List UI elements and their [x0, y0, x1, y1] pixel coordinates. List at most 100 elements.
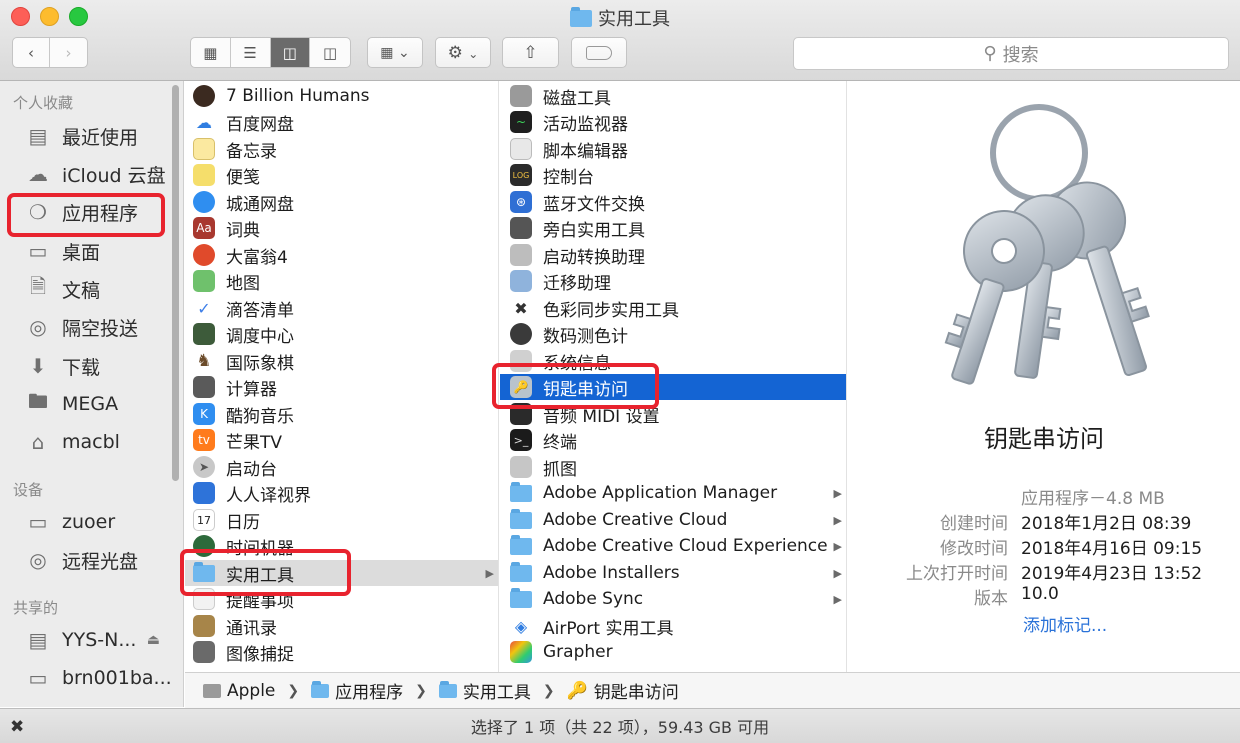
list-item[interactable]: 磁盘工具	[500, 83, 846, 109]
eject-icon[interactable]: ⏏	[147, 632, 160, 648]
add-tags-link[interactable]: 添加标记...	[1023, 611, 1107, 636]
list-item[interactable]: Adobe Application Manager ▶	[500, 480, 846, 506]
sidebar-item-brn[interactable]: ▭ brn001ba...	[0, 660, 184, 696]
list-item[interactable]: 图像捕捉	[185, 639, 498, 665]
sidebar-item-applications[interactable]: ❍ 应用程序	[0, 194, 184, 230]
list-item[interactable]: ⊛ 蓝牙文件交换	[500, 189, 846, 215]
tags-button[interactable]	[571, 37, 627, 68]
app-icon	[193, 164, 215, 186]
path-segment[interactable]: 钥匙串访问	[594, 678, 679, 703]
path-segment[interactable]: 应用程序	[335, 678, 403, 703]
sidebar-item-desktop[interactable]: ▭ 桌面	[0, 233, 184, 269]
list-item[interactable]: 数码测色计	[500, 321, 846, 347]
list-item[interactable]: 大富翁4	[185, 242, 498, 268]
list-item-label: 滴答清单	[226, 300, 294, 321]
folder-icon	[193, 561, 215, 582]
list-item[interactable]: ◈ AirPort 实用工具	[500, 613, 846, 639]
list-item[interactable]: ➤ 启动台	[185, 454, 498, 480]
search-icon: ⚲	[983, 43, 997, 64]
list-item[interactable]: 抓图	[500, 454, 846, 480]
list-item[interactable]: Adobe Sync ▶	[500, 586, 846, 612]
tools-icon[interactable]: ✖	[10, 717, 24, 737]
group-button[interactable]: ▦ ⌄	[367, 37, 423, 68]
list-item[interactable]: 迁移助理	[500, 268, 846, 294]
list-item[interactable]: 便笺	[185, 162, 498, 188]
list-item[interactable]: tv 芒果TV	[185, 427, 498, 453]
list-item-keychain-access[interactable]: 🔑 钥匙串访问	[500, 374, 846, 400]
sidebar-item-yys[interactable]: ▤ YYS-N... ⏏	[0, 622, 184, 658]
app-icon: K	[193, 403, 215, 425]
sidebar-scrollbar[interactable]	[172, 85, 179, 481]
sidebar-item-documents[interactable]: 🗎 文稿	[0, 271, 184, 307]
list-item[interactable]: 旁白实用工具	[500, 215, 846, 241]
list-item[interactable]: 音频 MIDI 设置	[500, 401, 846, 427]
path-segment[interactable]: 实用工具	[463, 678, 531, 703]
list-item[interactable]: ~ 活动监视器	[500, 109, 846, 135]
window-title: 实用工具	[0, 5, 1240, 31]
gallery-view-button[interactable]: ◫	[310, 38, 350, 67]
folder-icon	[510, 534, 532, 555]
list-item[interactable]: Adobe Creative Cloud ▶	[500, 507, 846, 533]
list-item-label: AirPort 实用工具	[543, 618, 674, 639]
icon-view-button[interactable]: ▦	[191, 38, 231, 67]
list-item[interactable]: 系统信息	[500, 348, 846, 374]
sidebar-item-mega[interactable]: 🖿 MEGA	[0, 386, 184, 422]
column-view-button[interactable]: ◫	[270, 38, 311, 67]
meta-value: 2018年4月16日 09:15	[1021, 539, 1203, 559]
list-item[interactable]: 地图	[185, 268, 498, 294]
app-icon: ⊛	[510, 191, 532, 213]
folder-icon	[570, 6, 592, 27]
back-button[interactable]: ‹	[13, 38, 50, 67]
list-item[interactable]: 7 Billion Humans	[185, 83, 498, 109]
sidebar-item-airdrop[interactable]: ◎ 隔空投送	[0, 309, 184, 345]
list-item[interactable]: 备忘录	[185, 136, 498, 162]
list-item[interactable]: 17 日历	[185, 507, 498, 533]
applications-icon: ❍	[29, 200, 47, 224]
list-view-button[interactable]: ☰	[231, 38, 271, 67]
list-item[interactable]: 通讯录	[185, 613, 498, 639]
list-item[interactable]: 人人译视界	[185, 480, 498, 506]
sidebar-item-recents[interactable]: ▤ 最近使用	[0, 118, 184, 154]
list-item[interactable]: 脚本编辑器	[500, 136, 846, 162]
list-item[interactable]: 计算器	[185, 374, 498, 400]
app-icon	[193, 138, 215, 160]
sidebar-item-icloud[interactable]: ☁ iCloud 云盘	[0, 156, 184, 192]
sidebar-item-home[interactable]: ⌂ macbl	[0, 424, 184, 460]
list-item[interactable]: ✓ 滴答清单	[185, 295, 498, 321]
list-item[interactable]: ☁ 百度网盘	[185, 109, 498, 135]
status-text: 选择了 1 项（共 22 项），59.43 GB 可用	[470, 718, 770, 737]
list-item-label: Adobe Sync	[543, 589, 644, 609]
share-button[interactable]: ⇧	[502, 37, 559, 68]
list-item[interactable]: 时间机器	[185, 533, 498, 559]
list-item[interactable]: 启动转换助理	[500, 242, 846, 268]
list-item[interactable]: ✖ 色彩同步实用工具	[500, 295, 846, 321]
list-item[interactable]: 调度中心	[185, 321, 498, 347]
list-item[interactable]: >_ 终端	[500, 427, 846, 453]
sidebar-item-downloads[interactable]: ⬇ 下载	[0, 348, 184, 384]
list-item[interactable]: 提醒事项	[185, 586, 498, 612]
chevron-left-icon: ‹	[28, 43, 34, 62]
list-item[interactable]: 城通网盘	[185, 189, 498, 215]
list-item-label: 芒果TV	[226, 432, 283, 453]
app-icon	[193, 270, 215, 292]
list-item[interactable]: K 酷狗音乐	[185, 401, 498, 427]
action-button[interactable]: ⚙ ⌄	[435, 37, 491, 68]
sidebar-item-remote-disc[interactable]: ◎ 远程光盘	[0, 542, 184, 578]
sidebar-item-label: YYS-N...	[62, 629, 137, 651]
sidebar-item-zuoer[interactable]: ▭ zuoer	[0, 504, 184, 540]
tag-icon	[586, 45, 612, 60]
list-item[interactable]: LOG 控制台	[500, 162, 846, 188]
list-item-label: 启动台	[226, 459, 277, 480]
path-segment[interactable]: Apple	[227, 681, 275, 701]
list-item[interactable]: Aa 词典	[185, 215, 498, 241]
list-item[interactable]: ♞ 国际象棋	[185, 348, 498, 374]
path-bar: Apple ❯ 应用程序 ❯ 实用工具 ❯ 🔑 钥匙串访问	[185, 672, 1240, 708]
list-item[interactable]: Grapher	[500, 639, 846, 665]
search-field[interactable]: ⚲ 搜索	[793, 37, 1229, 70]
list-item-utilities[interactable]: 实用工具 ▶	[185, 560, 498, 586]
sidebar-item-label: 隔空投送	[62, 317, 139, 340]
app-icon: ✓	[193, 297, 215, 319]
list-item[interactable]: Adobe Creative Cloud Experience ▶	[500, 533, 846, 559]
list-item[interactable]: Adobe Installers ▶	[500, 560, 846, 586]
forward-button[interactable]: ›	[50, 38, 87, 67]
